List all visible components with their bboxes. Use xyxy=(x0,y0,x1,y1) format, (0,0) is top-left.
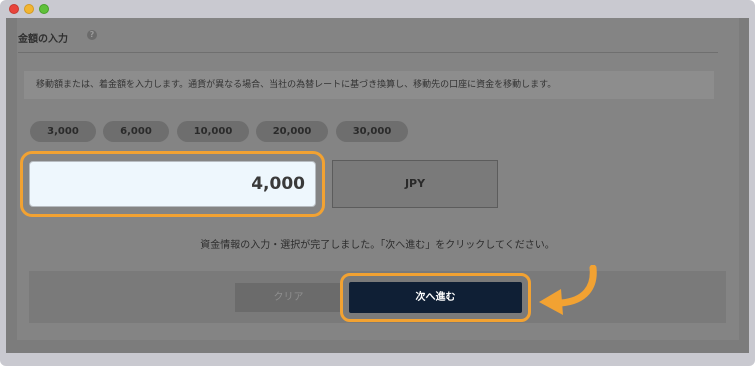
question-icon[interactable]: ? xyxy=(87,30,97,40)
preset-amount-button[interactable]: 30,000 xyxy=(336,121,408,142)
clear-button[interactable]: クリア xyxy=(235,283,342,312)
amount-input[interactable]: 4,000 xyxy=(29,161,316,207)
window-bottom-edge xyxy=(6,353,749,366)
browser-window: 金額の入力 ? 移動額または、着金額を入力します。通貨が異なる場合、当社の為替レ… xyxy=(0,0,755,366)
currency-display: JPY xyxy=(332,160,498,208)
pointer-arrow-icon xyxy=(539,265,597,315)
next-button[interactable]: 次へ進む xyxy=(349,282,522,313)
minimize-window-icon[interactable] xyxy=(24,4,34,14)
preset-amount-button[interactable]: 20,000 xyxy=(256,121,328,142)
preset-amount-button[interactable]: 3,000 xyxy=(30,121,96,142)
close-window-icon[interactable] xyxy=(9,4,19,14)
preset-amount-button[interactable]: 10,000 xyxy=(177,121,249,142)
preset-amount-button[interactable]: 6,000 xyxy=(103,121,169,142)
section-title: 金額の入力 xyxy=(18,34,68,45)
instruction-text: 資金情報の入力・選択が完了しました。「次へ進む」をクリックしてください。 xyxy=(200,240,555,251)
section-divider xyxy=(18,52,718,53)
window-titlebar xyxy=(0,0,755,18)
info-note: 移動額または、着金額を入力します。通貨が異なる場合、当社の為替レートに基づき換算… xyxy=(24,71,714,99)
maximize-window-icon[interactable] xyxy=(39,4,49,14)
